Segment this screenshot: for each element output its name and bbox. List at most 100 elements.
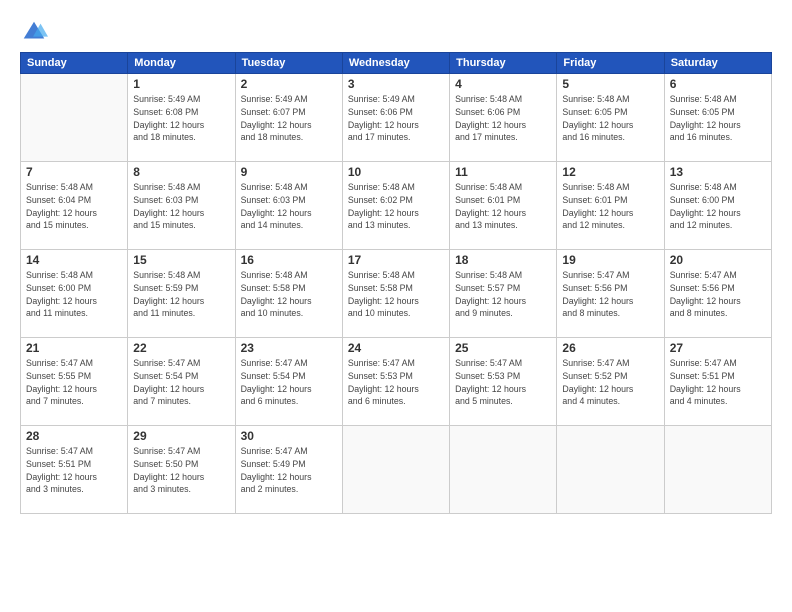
- day-number: 8: [133, 165, 229, 179]
- day-detail: Sunrise: 5:49 AMSunset: 6:06 PMDaylight:…: [348, 93, 444, 144]
- calendar-cell: 30 Sunrise: 5:47 AMSunset: 5:49 PMDayligh…: [235, 426, 342, 514]
- logo: [20, 18, 52, 46]
- day-number: 2: [241, 77, 337, 91]
- day-number: 21: [26, 341, 122, 355]
- calendar-cell: 17Sunrise: 5:48 AMSunset: 5:58 PMDayligh…: [342, 250, 449, 338]
- day-detail: Sunrise: 5:48 AMSunset: 6:06 PMDaylight:…: [455, 93, 551, 144]
- logo-icon: [20, 18, 48, 46]
- day-header-friday: Friday: [557, 53, 664, 74]
- day-number: 1: [133, 77, 229, 91]
- calendar-cell: 13 Sunrise: 5:48 AMSunset: 6:00 PMDayligh…: [664, 162, 771, 250]
- day-header-thursday: Thursday: [450, 53, 557, 74]
- day-number: 26: [562, 341, 658, 355]
- day-detail: Sunrise: 5:48 AMSunset: 6:03 PMDaylight:…: [133, 181, 229, 232]
- calendar-cell: 25 Sunrise: 5:47 AMSunset: 5:53 PMDayligh…: [450, 338, 557, 426]
- day-detail: Sunrise: 5:48 AMSunset: 5:58 PMDaylight:…: [348, 269, 444, 320]
- calendar-cell: 4Sunrise: 5:48 AMSunset: 6:06 PMDaylight…: [450, 74, 557, 162]
- calendar-cell: [557, 426, 664, 514]
- calendar-cell: 10 Sunrise: 5:48 AMSunset: 6:02 PMDayligh…: [342, 162, 449, 250]
- calendar-cell: [342, 426, 449, 514]
- calendar-cell: 8 Sunrise: 5:48 AMSunset: 6:03 PMDaylight…: [128, 162, 235, 250]
- day-detail: Sunrise: 5:47 AMSunset: 5:51 PMDaylight:…: [670, 357, 766, 408]
- day-number: 22: [133, 341, 229, 355]
- day-header-wednesday: Wednesday: [342, 53, 449, 74]
- day-number: 6: [670, 77, 766, 91]
- day-number: 20: [670, 253, 766, 267]
- calendar-cell: 28 Sunrise: 5:47 AMSunset: 5:51 PMDayligh…: [21, 426, 128, 514]
- day-number: 11: [455, 165, 551, 179]
- days-header-row: SundayMondayTuesdayWednesdayThursdayFrid…: [21, 53, 772, 74]
- calendar-page: SundayMondayTuesdayWednesdayThursdayFrid…: [0, 0, 792, 612]
- day-number: 5: [562, 77, 658, 91]
- day-number: 14: [26, 253, 122, 267]
- calendar-cell: 5 Sunrise: 5:48 AMSunset: 6:05 PMDaylight…: [557, 74, 664, 162]
- calendar-cell: 14Sunrise: 5:48 AMSunset: 6:00 PMDayligh…: [21, 250, 128, 338]
- day-number: 13: [670, 165, 766, 179]
- day-number: 15: [133, 253, 229, 267]
- week-row-1: 7 Sunrise: 5:48 AMSunset: 6:04 PMDaylight…: [21, 162, 772, 250]
- day-number: 19: [562, 253, 658, 267]
- calendar-cell: 19 Sunrise: 5:47 AMSunset: 5:56 PMDayligh…: [557, 250, 664, 338]
- calendar-cell: 16Sunrise: 5:48 AMSunset: 5:58 PMDayligh…: [235, 250, 342, 338]
- day-detail: Sunrise: 5:48 AMSunset: 6:00 PMDaylight:…: [670, 181, 766, 232]
- day-detail: Sunrise: 5:47 AMSunset: 5:55 PMDaylight:…: [26, 357, 122, 408]
- calendar-cell: 12 Sunrise: 5:48 AMSunset: 6:01 PMDayligh…: [557, 162, 664, 250]
- day-number: 30: [241, 429, 337, 443]
- day-number: 24: [348, 341, 444, 355]
- calendar-cell: 24Sunrise: 5:47 AMSunset: 5:53 PMDayligh…: [342, 338, 449, 426]
- header: [20, 18, 772, 46]
- calendar-cell: [664, 426, 771, 514]
- day-detail: Sunrise: 5:48 AMSunset: 6:02 PMDaylight:…: [348, 181, 444, 232]
- calendar-cell: 21 Sunrise: 5:47 AMSunset: 5:55 PMDayligh…: [21, 338, 128, 426]
- day-number: 27: [670, 341, 766, 355]
- day-detail: Sunrise: 5:48 AMSunset: 6:04 PMDaylight:…: [26, 181, 122, 232]
- day-detail: Sunrise: 5:47 AMSunset: 5:53 PMDaylight:…: [455, 357, 551, 408]
- day-number: 10: [348, 165, 444, 179]
- week-row-0: 1 Sunrise: 5:49 AMSunset: 6:08 PMDaylight…: [21, 74, 772, 162]
- calendar-cell: 22Sunrise: 5:47 AMSunset: 5:54 PMDayligh…: [128, 338, 235, 426]
- day-header-tuesday: Tuesday: [235, 53, 342, 74]
- calendar-cell: [21, 74, 128, 162]
- calendar-table: SundayMondayTuesdayWednesdayThursdayFrid…: [20, 52, 772, 514]
- day-detail: Sunrise: 5:48 AMSunset: 6:05 PMDaylight:…: [562, 93, 658, 144]
- day-number: 7: [26, 165, 122, 179]
- calendar-cell: 7 Sunrise: 5:48 AMSunset: 6:04 PMDaylight…: [21, 162, 128, 250]
- day-detail: Sunrise: 5:47 AMSunset: 5:56 PMDaylight:…: [670, 269, 766, 320]
- calendar-cell: 6 Sunrise: 5:48 AMSunset: 6:05 PMDaylight…: [664, 74, 771, 162]
- day-detail: Sunrise: 5:47 AMSunset: 5:54 PMDaylight:…: [241, 357, 337, 408]
- calendar-cell: [450, 426, 557, 514]
- calendar-cell: 1 Sunrise: 5:49 AMSunset: 6:08 PMDaylight…: [128, 74, 235, 162]
- day-number: 25: [455, 341, 551, 355]
- calendar-cell: 9Sunrise: 5:48 AMSunset: 6:03 PMDaylight…: [235, 162, 342, 250]
- calendar-cell: 11Sunrise: 5:48 AMSunset: 6:01 PMDayligh…: [450, 162, 557, 250]
- day-detail: Sunrise: 5:48 AMSunset: 6:03 PMDaylight:…: [241, 181, 337, 232]
- day-detail: Sunrise: 5:49 AMSunset: 6:08 PMDaylight:…: [133, 93, 229, 144]
- day-header-sunday: Sunday: [21, 53, 128, 74]
- day-number: 29: [133, 429, 229, 443]
- calendar-cell: 23 Sunrise: 5:47 AMSunset: 5:54 PMDayligh…: [235, 338, 342, 426]
- calendar-cell: 26 Sunrise: 5:47 AMSunset: 5:52 PMDayligh…: [557, 338, 664, 426]
- day-detail: Sunrise: 5:48 AMSunset: 5:57 PMDaylight:…: [455, 269, 551, 320]
- day-detail: Sunrise: 5:47 AMSunset: 5:52 PMDaylight:…: [562, 357, 658, 408]
- day-detail: Sunrise: 5:47 AMSunset: 5:50 PMDaylight:…: [133, 445, 229, 496]
- day-detail: Sunrise: 5:47 AMSunset: 5:49 PMDaylight:…: [241, 445, 337, 496]
- day-number: 23: [241, 341, 337, 355]
- day-number: 12: [562, 165, 658, 179]
- day-header-monday: Monday: [128, 53, 235, 74]
- week-row-3: 21 Sunrise: 5:47 AMSunset: 5:55 PMDayligh…: [21, 338, 772, 426]
- day-detail: Sunrise: 5:47 AMSunset: 5:51 PMDaylight:…: [26, 445, 122, 496]
- calendar-cell: 18 Sunrise: 5:48 AMSunset: 5:57 PMDayligh…: [450, 250, 557, 338]
- day-detail: Sunrise: 5:48 AMSunset: 6:05 PMDaylight:…: [670, 93, 766, 144]
- calendar-cell: 29 Sunrise: 5:47 AMSunset: 5:50 PMDayligh…: [128, 426, 235, 514]
- calendar-cell: 3Sunrise: 5:49 AMSunset: 6:06 PMDaylight…: [342, 74, 449, 162]
- week-row-4: 28 Sunrise: 5:47 AMSunset: 5:51 PMDayligh…: [21, 426, 772, 514]
- day-header-saturday: Saturday: [664, 53, 771, 74]
- calendar-cell: 15 Sunrise: 5:48 AMSunset: 5:59 PMDayligh…: [128, 250, 235, 338]
- day-number: 28: [26, 429, 122, 443]
- day-detail: Sunrise: 5:48 AMSunset: 5:59 PMDaylight:…: [133, 269, 229, 320]
- day-number: 18: [455, 253, 551, 267]
- day-detail: Sunrise: 5:47 AMSunset: 5:56 PMDaylight:…: [562, 269, 658, 320]
- day-detail: Sunrise: 5:48 AMSunset: 5:58 PMDaylight:…: [241, 269, 337, 320]
- day-detail: Sunrise: 5:49 AMSunset: 6:07 PMDaylight:…: [241, 93, 337, 144]
- day-detail: Sunrise: 5:48 AMSunset: 6:01 PMDaylight:…: [562, 181, 658, 232]
